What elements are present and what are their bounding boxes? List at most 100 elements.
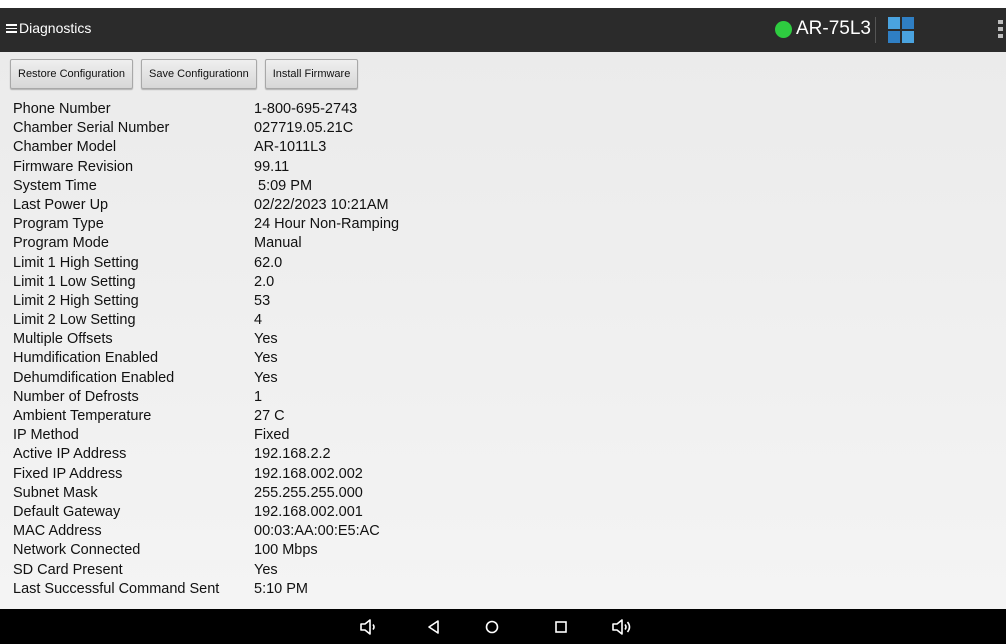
info-row: Ambient Temperature 27 C bbox=[13, 407, 399, 426]
diagnostics-info-list: Phone Number 1-800-695-2743 Chamber Serial… bbox=[13, 100, 399, 599]
info-value: Manual bbox=[254, 235, 302, 252]
info-value: 53 bbox=[254, 292, 271, 309]
app-bar: Diagnostics AR-75L3 bbox=[0, 8, 1006, 52]
info-value: 027719.05.21C bbox=[254, 120, 354, 137]
recents-icon[interactable] bbox=[549, 615, 573, 639]
overflow-menu-icon[interactable] bbox=[998, 20, 1004, 40]
system-navigation-bar bbox=[0, 609, 1006, 644]
info-label: Firmware Revision bbox=[13, 158, 134, 175]
info-label: Limit 1 Low Setting bbox=[13, 273, 136, 290]
info-row: Active IP Address 192.168.2.2 bbox=[13, 445, 399, 464]
info-value: AR-1011L3 bbox=[254, 139, 327, 156]
info-row: Chamber Model AR-1011L3 bbox=[13, 138, 399, 157]
info-value: 100 Mbps bbox=[254, 542, 318, 559]
divider bbox=[875, 17, 876, 43]
info-value: 255.255.255.000 bbox=[254, 484, 363, 501]
info-label: IP Method bbox=[13, 427, 79, 444]
info-row: Multiple Offsets Yes bbox=[13, 330, 399, 349]
info-value: 1-800-695-2743 bbox=[254, 101, 358, 117]
toolbar: Restore Configuration Save Configuration… bbox=[10, 59, 359, 89]
info-label: Humdification Enabled bbox=[13, 350, 159, 367]
info-row: Subnet Mask 255.255.255.000 bbox=[13, 484, 399, 503]
info-row: SD Card Present Yes bbox=[13, 561, 399, 580]
info-label: Program Type bbox=[13, 216, 104, 233]
info-value: 1 bbox=[254, 388, 263, 405]
info-row: Limit 1 High Setting 62.0 bbox=[13, 254, 399, 273]
info-label: Default Gateway bbox=[13, 503, 121, 520]
tile-square bbox=[902, 31, 914, 43]
hamburger-menu-icon bbox=[6, 23, 17, 33]
install-firmware-button[interactable]: Install Firmware bbox=[264, 59, 359, 89]
info-label: Dehumdification Enabled bbox=[13, 369, 175, 386]
info-row: Last Power Up 02/22/2023 10:21AM bbox=[13, 196, 399, 215]
device-name: AR-75L3 bbox=[796, 18, 871, 39]
volume-up-icon[interactable] bbox=[610, 615, 634, 639]
info-row: Limit 2 Low Setting 4 bbox=[13, 311, 399, 330]
info-value: 02/22/2023 10:21AM bbox=[254, 196, 389, 213]
info-value: 5:09 PM bbox=[254, 177, 313, 194]
info-value: 00:03:AA:00:E5:AC bbox=[254, 523, 380, 540]
info-label: System Time bbox=[13, 177, 97, 194]
info-row: Program Type 24 Hour Non-Ramping bbox=[13, 215, 399, 234]
tile-square bbox=[888, 17, 900, 29]
info-label: SD Card Present bbox=[13, 561, 123, 578]
info-row: Firmware Revision 99.11 bbox=[13, 158, 399, 177]
restore-configuration-button[interactable]: Restore Configuration bbox=[10, 59, 134, 89]
info-value: 192.168.002.002 bbox=[254, 465, 363, 482]
info-label: Network Connected bbox=[13, 542, 141, 559]
info-row: Limit 2 High Setting 53 bbox=[13, 292, 399, 311]
info-label: Multiple Offsets bbox=[13, 331, 113, 348]
info-value: 4 bbox=[254, 312, 263, 329]
info-value: 192.168.2.2 bbox=[254, 446, 331, 463]
info-value: Yes bbox=[254, 331, 278, 348]
volume-down-icon[interactable] bbox=[356, 615, 380, 639]
info-label: Limit 1 High Setting bbox=[13, 254, 139, 271]
info-label: Last Power Up bbox=[13, 196, 109, 213]
info-value: Yes bbox=[254, 561, 278, 578]
info-label: Subnet Mask bbox=[13, 484, 98, 501]
info-label: Phone Number bbox=[13, 101, 111, 117]
info-row: Dehumdification Enabled Yes bbox=[13, 369, 399, 388]
info-row: System Time 5:09 PM bbox=[13, 177, 399, 196]
info-label: Last Successful Command Sent bbox=[13, 580, 220, 597]
info-row: IP Method Fixed bbox=[13, 426, 399, 445]
tile-square bbox=[902, 17, 914, 29]
info-row: Chamber Serial Number 027719.05.21C bbox=[13, 119, 399, 138]
info-label: MAC Address bbox=[13, 523, 102, 540]
info-row: Network Connected 100 Mbps bbox=[13, 541, 399, 560]
info-row: MAC Address 00:03:AA:00:E5:AC bbox=[13, 522, 399, 541]
save-configuration-button[interactable]: Save Configurationn bbox=[141, 59, 257, 89]
info-row: Fixed IP Address 192.168.002.002 bbox=[13, 465, 399, 484]
info-label: Number of Defrosts bbox=[13, 388, 139, 405]
info-value: Yes bbox=[254, 369, 278, 386]
back-icon[interactable] bbox=[422, 615, 446, 639]
home-icon[interactable] bbox=[480, 615, 504, 639]
info-row: Default Gateway 192.168.002.001 bbox=[13, 503, 399, 522]
diagnostics-panel: Restore Configuration Save Configuration… bbox=[0, 52, 1006, 609]
info-label: Ambient Temperature bbox=[13, 408, 152, 424]
tile-square bbox=[888, 31, 900, 43]
page-title: Diagnostics bbox=[19, 20, 92, 36]
info-row: Humdification Enabled Yes bbox=[13, 349, 399, 368]
info-row: Phone Number 1-800-695-2743 bbox=[13, 100, 399, 119]
info-label: Fixed IP Address bbox=[13, 465, 123, 482]
info-value: 24 Hour Non-Ramping bbox=[254, 216, 400, 233]
menu-button[interactable]: Diagnostics bbox=[6, 20, 91, 36]
info-label: Limit 2 Low Setting bbox=[13, 312, 136, 329]
info-label: Chamber Model bbox=[13, 139, 117, 156]
info-value: 5:10 PM bbox=[254, 580, 308, 597]
tiles-icon[interactable] bbox=[888, 17, 914, 43]
info-row: Last Successful Command Sent 5:10 PM bbox=[13, 580, 399, 599]
info-value: 27 C bbox=[254, 408, 285, 424]
info-label: Active IP Address bbox=[13, 446, 127, 463]
info-label: Program Mode bbox=[13, 235, 109, 252]
info-value: Yes bbox=[254, 350, 278, 367]
info-value: 192.168.002.001 bbox=[254, 503, 363, 520]
info-row: Number of Defrosts 1 bbox=[13, 388, 399, 407]
info-label: Limit 2 High Setting bbox=[13, 292, 139, 309]
info-row: Limit 1 Low Setting 2.0 bbox=[13, 273, 399, 292]
info-value: 2.0 bbox=[254, 273, 275, 290]
info-value: 99.11 bbox=[254, 158, 290, 175]
info-row: Program Mode Manual bbox=[13, 234, 399, 253]
info-label: Chamber Serial Number bbox=[13, 120, 170, 137]
